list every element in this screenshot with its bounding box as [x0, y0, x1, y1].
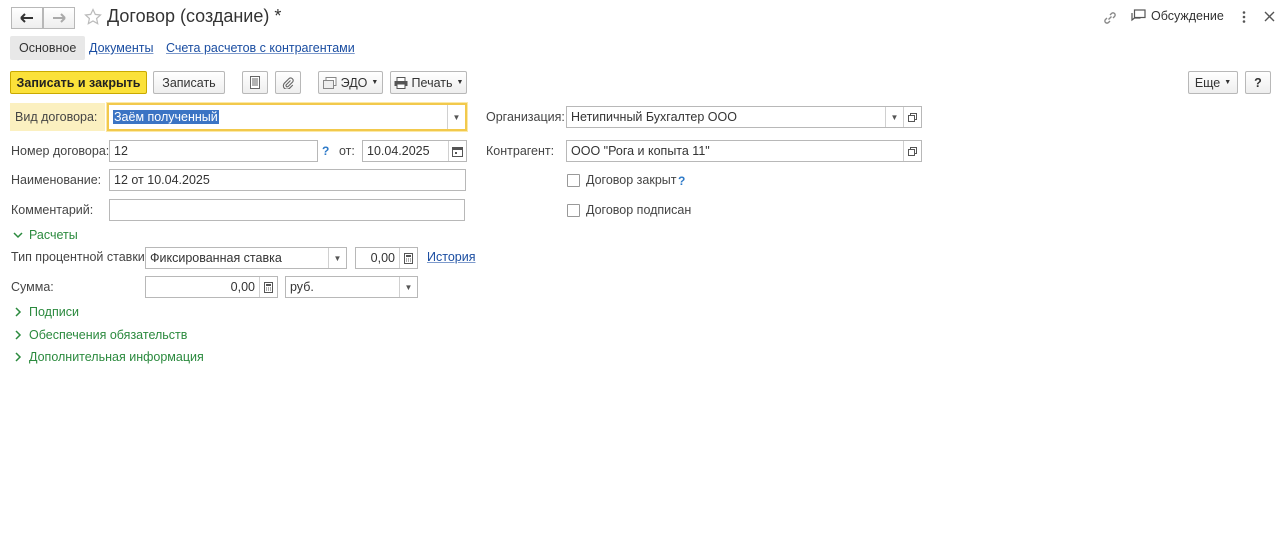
chevron-down-icon: ▼	[456, 79, 464, 86]
document-icon	[250, 76, 260, 89]
currency-select[interactable]: руб. ▼	[285, 276, 418, 298]
more-vert-icon[interactable]	[1241, 10, 1247, 24]
calculator-icon[interactable]	[399, 248, 417, 268]
contract-number-value: 12	[114, 144, 128, 158]
chat-icon	[1131, 9, 1146, 23]
forward-button[interactable]	[43, 7, 75, 29]
tab-main[interactable]: Основное	[10, 36, 86, 60]
printer-icon	[394, 76, 408, 89]
name-field[interactable]: 12 от 10.04.2025	[109, 169, 466, 191]
edo-button[interactable]: ЭДО ▼	[318, 71, 383, 94]
chevron-right-icon	[13, 352, 23, 362]
chevron-down-icon[interactable]: ▼	[328, 248, 346, 268]
counterparty-field[interactable]: ООО "Рога и копыта 11"	[566, 140, 922, 162]
star-icon[interactable]	[84, 8, 102, 26]
name-label: Наименование:	[11, 173, 102, 187]
additional-info-group-toggle[interactable]: Дополнительная информация	[13, 350, 204, 364]
chevron-down-icon	[13, 231, 23, 239]
rate-type-value: Фиксированная ставка	[150, 251, 282, 265]
discussion-button[interactable]: Обсуждение	[1131, 9, 1224, 23]
more-button[interactable]: Еще ▼	[1188, 71, 1238, 94]
tab-documents[interactable]: Документы	[89, 36, 153, 60]
back-button[interactable]	[11, 7, 43, 29]
chevron-right-icon	[13, 330, 23, 340]
page-title: Договор (создание) *	[107, 6, 282, 26]
contract-number-field[interactable]: 12	[109, 140, 318, 162]
question-icon[interactable]: ?	[322, 144, 329, 158]
contract-number-label: Номер договора:	[11, 144, 110, 158]
attach-button[interactable]	[275, 71, 301, 94]
calendar-icon[interactable]	[448, 141, 466, 161]
amount-value: 0,00	[230, 280, 255, 294]
history-link[interactable]: История	[427, 250, 475, 264]
signatures-group-toggle[interactable]: Подписи	[13, 305, 79, 319]
chevron-down-icon[interactable]: ▼	[399, 277, 417, 297]
open-icon[interactable]	[903, 141, 921, 161]
open-icon[interactable]	[903, 107, 921, 127]
rate-type-select[interactable]: Фиксированная ставка ▼	[145, 247, 347, 269]
contract-type-label: Вид договора:	[15, 110, 98, 124]
chevron-down-icon[interactable]: ▼	[885, 107, 903, 127]
name-value: 12 от 10.04.2025	[114, 173, 210, 187]
tab-settlement-accounts[interactable]: Счета расчетов с контрагентами	[166, 36, 355, 60]
chevron-down-icon: ▼	[1224, 79, 1232, 86]
date-field[interactable]: 10.04.2025	[362, 140, 467, 162]
link-icon[interactable]	[1102, 10, 1118, 26]
chevron-down-icon: ▼	[371, 79, 379, 86]
contract-closed-label: Договор закрыт	[586, 173, 677, 187]
organization-label: Организация:	[486, 110, 565, 124]
contract-type-select[interactable]: Заём полученный ▼	[107, 103, 467, 131]
amount-label: Сумма:	[11, 280, 54, 294]
comment-field[interactable]	[109, 199, 465, 221]
counterparty-value: ООО "Рога и копыта 11"	[571, 144, 710, 158]
calculator-icon[interactable]	[259, 277, 277, 297]
amount-field[interactable]: 0,00	[145, 276, 278, 298]
contract-signed-label: Договор подписан	[586, 203, 692, 217]
contract-closed-checkbox[interactable]	[567, 174, 580, 187]
rate-value-field[interactable]: 0,00	[355, 247, 418, 269]
paperclip-icon	[282, 76, 294, 89]
chevron-right-icon	[13, 307, 23, 317]
settlements-group-toggle[interactable]: Расчеты	[13, 228, 78, 242]
counterparty-label: Контрагент:	[486, 144, 555, 158]
chevron-down-icon[interactable]: ▼	[447, 105, 465, 129]
discussion-label: Обсуждение	[1151, 9, 1224, 23]
contract-type-value: Заём полученный	[113, 110, 219, 124]
obligations-group-toggle[interactable]: Обеспечения обязательств	[13, 328, 187, 342]
organization-select[interactable]: Нетипичный Бухгалтер ООО ▼	[566, 106, 922, 128]
date-label: от:	[339, 144, 355, 158]
organization-value: Нетипичный Бухгалтер ООО	[571, 110, 737, 124]
save-button[interactable]: Записать	[153, 71, 225, 94]
arrow-left-icon	[20, 13, 34, 23]
rate-type-label: Тип процентной ставки:	[11, 250, 149, 264]
save-and-close-button[interactable]: Записать и закрыть	[10, 71, 147, 94]
currency-value: руб.	[290, 280, 314, 294]
report-button[interactable]	[242, 71, 268, 94]
edo-icon	[322, 76, 337, 89]
help-button[interactable]: ?	[1245, 71, 1271, 94]
date-value: 10.04.2025	[367, 144, 430, 158]
print-button[interactable]: Печать ▼	[390, 71, 467, 94]
question-icon[interactable]: ?	[678, 174, 685, 188]
contract-signed-checkbox[interactable]	[567, 204, 580, 217]
rate-value: 0,00	[370, 251, 395, 265]
comment-label: Комментарий:	[11, 203, 94, 217]
arrow-right-icon	[52, 13, 66, 23]
close-icon[interactable]	[1264, 11, 1275, 22]
